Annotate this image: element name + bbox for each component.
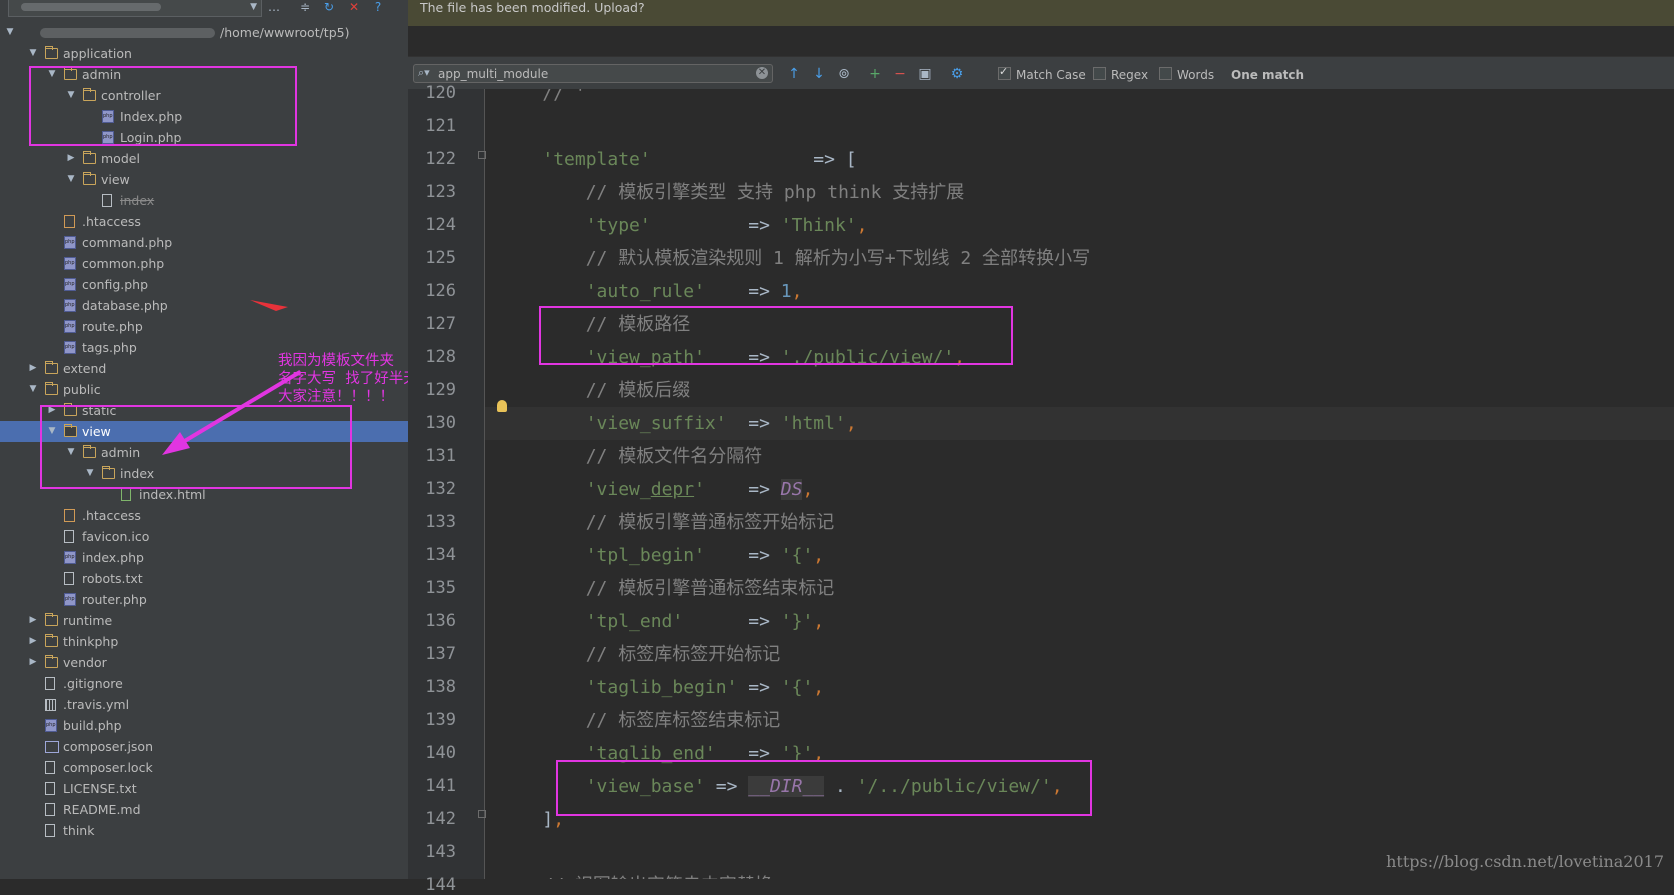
regex-label: Regex [1111,68,1149,82]
code-line[interactable]: // 模板后缀 [499,374,691,407]
code-line[interactable]: 'tpl_begin' => '{', [499,539,824,572]
code-line[interactable]: 'taglib_begin' => '{', [499,671,824,704]
code-line[interactable]: // 标签库标签结束标记 [499,704,781,737]
search-field[interactable]: ⌕▾ ✕ [413,64,773,83]
line-number: 121 [425,116,456,136]
line-number: 125 [425,248,456,268]
line-number: 139 [425,710,456,730]
highlight-box-view-base [556,760,1092,816]
code-line[interactable]: // 视图输出字符串内容替换 [499,869,773,879]
code-line[interactable]: 'template' => [ [499,143,856,176]
search-icon[interactable]: ⌕▾ [418,66,430,80]
code-line[interactable]: 'auto_rule' => 1, [499,275,803,308]
match-count: One match [1231,68,1305,82]
match-case-checkbox-box[interactable] [998,64,1011,80]
notification-bar: The file has been modified. Upload? [408,0,1674,26]
line-number: 135 [425,578,456,598]
line-number: 126 [425,281,456,301]
line-number: 131 [425,446,456,466]
code-line[interactable]: // 模板引擎普通标签开始标记 [499,506,835,539]
line-number: 142 [425,809,456,829]
regex-checkbox-box[interactable] [1093,67,1106,80]
lightbulb-icon[interactable] [497,400,507,412]
code-line[interactable]: 'tpl_end' => '}', [499,605,824,638]
project-tree-panel: ▼ … ≑ ↻ ✕ ? ▼ /home/wwwroot/tp5) ▼ applic… [0,0,408,879]
code-line[interactable]: 'view_suffix' => 'html', [499,407,857,440]
line-number: 144 [425,875,456,895]
remove-selection-icon[interactable]: − [892,67,908,83]
previous-occurrence-icon[interactable]: ↑ [786,67,802,83]
next-occurrence-icon[interactable]: ↓ [811,67,827,83]
line-number: 140 [425,743,456,763]
match-case-checkbox[interactable]: Match Case [998,64,1086,83]
add-selection-icon[interactable]: + [867,67,883,83]
regex-checkbox[interactable]: Regex [1093,67,1148,83]
code-line[interactable]: 'type' => 'Think', [499,209,868,242]
code-line[interactable]: // ' [499,89,585,110]
pink-arrow-head-icon [162,432,190,455]
tab-strip [408,26,1674,56]
highlight-box-view-path [539,306,1013,365]
line-number: 137 [425,644,456,664]
notification-text[interactable]: The file has been modified. Upload? [420,0,645,16]
clear-search-icon[interactable]: ✕ [756,67,768,79]
line-number: 123 [425,182,456,202]
code-line[interactable]: // 默认模板渲染规则 1 解析为小写+下划线 2 全部转换小写 [499,242,1090,275]
line-number: 136 [425,611,456,631]
line-number: 129 [425,380,456,400]
red-arrow-icon [250,300,288,311]
line-number-gutter: 120 121 122 123 124 125 126 127 128 129 130 131 132 1… [408,83,485,895]
watermark: https://blog.csdn.net/lovetina2017 [1386,852,1664,871]
annotation-arrows [162,300,302,455]
code-line[interactable]: // 模板引擎普通标签结束标记 [499,572,835,605]
line-number: 130 [425,413,456,433]
line-number: 132 [425,479,456,499]
select-all-occurrences-icon[interactable]: ▣ [917,67,933,83]
line-number: 143 [425,842,456,862]
search-input[interactable] [438,65,738,82]
code-line[interactable]: // 标签库标签开始标记 [499,638,781,671]
match-case-label: Match Case [1016,68,1086,82]
code-line[interactable]: // 模板引擎类型 支持 php think 支持扩展 [499,176,965,209]
code-line[interactable]: ], [499,803,564,836]
line-number: 133 [425,512,456,532]
fold-marker-icon[interactable] [478,810,486,818]
line-number: 138 [425,677,456,697]
words-label: Words [1177,68,1215,82]
line-number: 127 [425,314,456,334]
code-line[interactable]: 'view_depr' => DS, [499,473,813,506]
fold-marker-icon[interactable] [478,151,486,159]
code-line[interactable]: // 模板文件名分隔符 [499,440,763,473]
words-checkbox-box[interactable] [1159,67,1172,80]
settings-gear-icon[interactable]: ⚙ [949,67,965,83]
find-all-icon[interactable]: ⊚ [836,67,852,83]
words-checkbox[interactable]: Words [1159,67,1214,83]
find-bar: ⌕▾ ✕ ↑ ↓ ⊚ + − ▣ ⚙ Match Case Regex Word… [408,56,1674,90]
line-number: 124 [425,215,456,235]
pink-arrow-line [176,370,302,447]
line-number: 122 [425,149,456,169]
line-number: 141 [425,776,456,796]
line-number: 134 [425,545,456,565]
line-number: 128 [425,347,456,367]
line-number: 120 [425,83,456,103]
